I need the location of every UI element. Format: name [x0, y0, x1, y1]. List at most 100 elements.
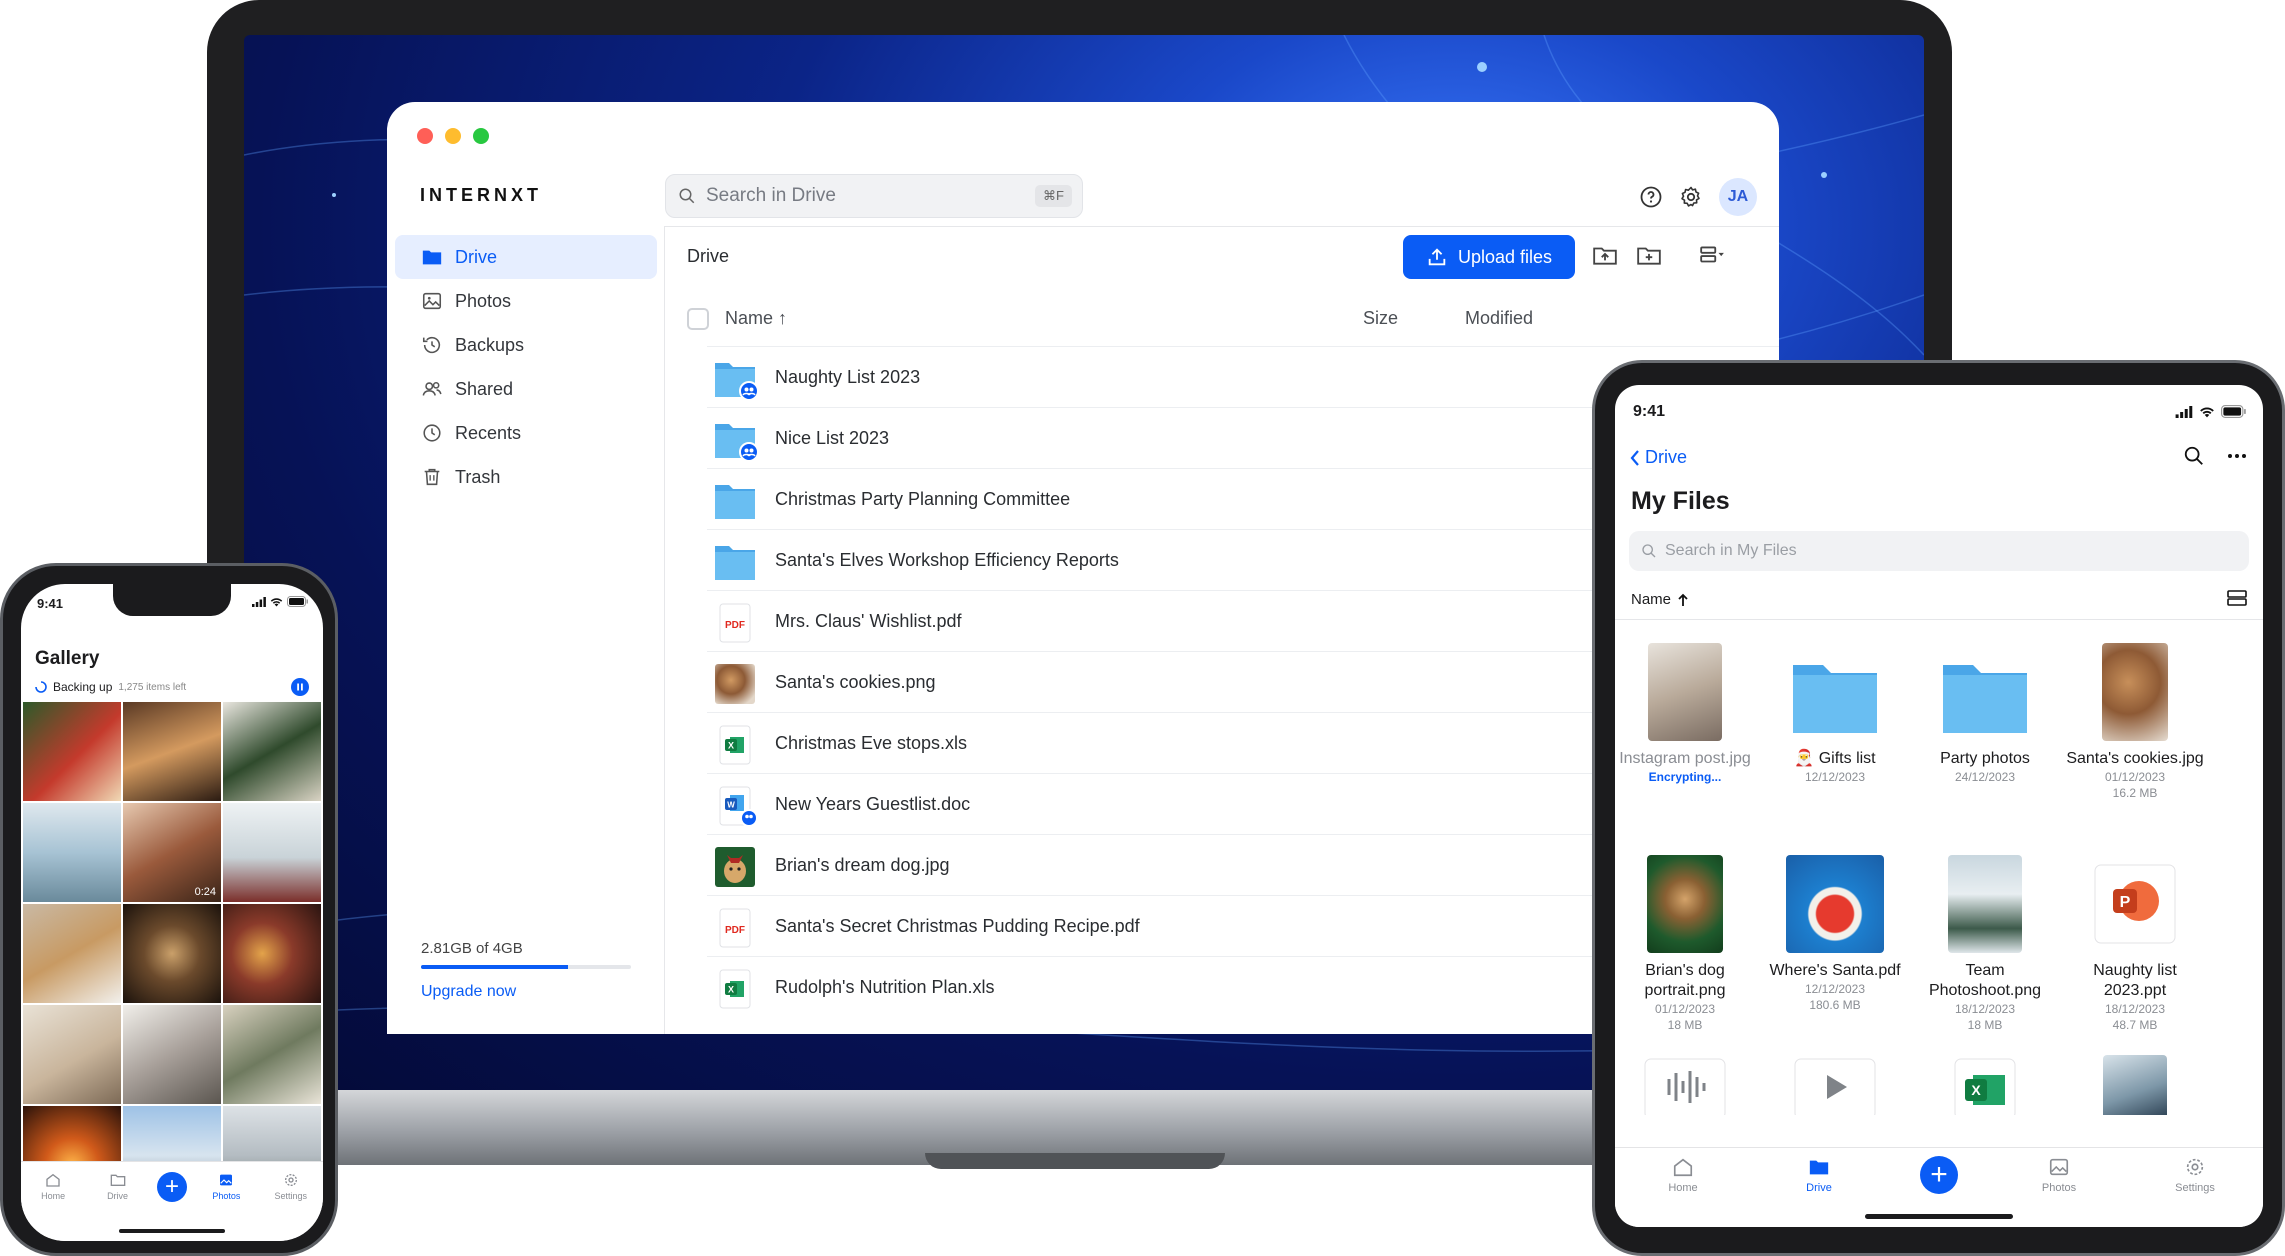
column-size[interactable]: Size: [1363, 308, 1398, 329]
help-icon[interactable]: [1639, 185, 1663, 209]
add-button[interactable]: +: [156, 1172, 187, 1202]
file-item[interactable]: Santa's cookies.jpg 01/12/2023 16.2 MB: [2065, 643, 2205, 801]
file-name: Where's Santa.pdf: [1769, 962, 1901, 979]
gear-icon: [2186, 1158, 2204, 1176]
file-name: Nice List 2023: [775, 428, 890, 448]
tab-home[interactable]: Home: [28, 1172, 78, 1241]
photo-thumbnail[interactable]: [123, 702, 221, 801]
backup-remaining: 1,275 items left: [118, 681, 187, 693]
view-toggle-icon[interactable]: [1694, 242, 1730, 268]
home-indicator: [1865, 1214, 2013, 1219]
file-name: Party photos: [1940, 750, 2030, 767]
file-item[interactable]: Where's Santa.pdf 12/12/2023 180.6 MB: [1765, 855, 1905, 1013]
new-folder-icon[interactable]: [1636, 242, 1662, 268]
shared-folder-icon: [713, 359, 759, 401]
sidebar-item-photos[interactable]: Photos: [395, 279, 657, 323]
signal-icon: [252, 596, 266, 607]
minimize-window-button[interactable]: [445, 128, 461, 144]
file-item[interactable]: Party photos 24/12/2023: [1915, 643, 2055, 785]
history-icon: [422, 336, 441, 354]
close-window-button[interactable]: [417, 128, 433, 144]
photo-thumbnail[interactable]: [223, 803, 321, 902]
gear-icon[interactable]: [1679, 185, 1703, 209]
column-modified[interactable]: Modified: [1465, 308, 1533, 329]
photo-thumbnail[interactable]: [223, 1005, 321, 1104]
sidebar-item-label: Backups: [455, 334, 525, 355]
file-date: 18/12/2023: [2104, 1002, 2166, 1016]
list-view-icon: [2227, 590, 2247, 606]
tab-drive[interactable]: Drive: [1784, 1156, 1854, 1227]
file-name: Mrs. Claus' Wishlist.pdf: [775, 611, 962, 631]
sidebar-item-shared[interactable]: Shared: [395, 367, 657, 411]
svg-text:X: X: [728, 985, 734, 995]
upload-folder-icon[interactable]: [1592, 242, 1618, 268]
photo-thumbnail[interactable]: [223, 904, 321, 1003]
pdf-icon: PDF: [713, 908, 757, 948]
file-item[interactable]: X: [1915, 1055, 2055, 1115]
back-button[interactable]: Drive: [1629, 447, 1687, 468]
tab-settings[interactable]: Settings: [2160, 1156, 2230, 1227]
photo-thumbnail: [1648, 643, 1722, 741]
folder-icon: [713, 481, 757, 521]
sidebar-item-recents[interactable]: Recents: [395, 411, 657, 455]
photo-thumbnail[interactable]: [123, 904, 221, 1003]
add-button[interactable]: +: [1920, 1156, 1958, 1194]
breadcrumb[interactable]: Drive: [687, 246, 729, 267]
file-item[interactable]: [2065, 1055, 2205, 1115]
svg-text:X: X: [1971, 1082, 1981, 1098]
photo-thumbnail[interactable]: [23, 904, 121, 1003]
status-time: 9:41: [37, 596, 64, 611]
video-thumbnail[interactable]: 0:24: [123, 803, 221, 902]
photo-thumbnail[interactable]: [23, 702, 121, 801]
file-name: Naughty list 2023.ppt: [2093, 962, 2177, 999]
storage-bar-fill: [421, 965, 568, 969]
upload-files-button[interactable]: Upload files: [1403, 235, 1575, 279]
file-item[interactable]: [1615, 1055, 1755, 1115]
photo-thumbnail: [1647, 855, 1723, 953]
sort-control[interactable]: Name: [1631, 591, 1689, 608]
upload-icon: [1428, 248, 1446, 266]
file-table-header: Name ↑ Size Modified: [687, 302, 1779, 336]
pause-backup-button[interactable]: [291, 678, 309, 696]
tab-settings[interactable]: Settings: [266, 1172, 316, 1241]
tablet-device: 9:41 Drive My Files Search in My Files N…: [1592, 360, 2285, 1256]
avatar[interactable]: JA: [1719, 178, 1757, 216]
video-duration: 0:24: [194, 886, 216, 898]
photo-thumbnail[interactable]: [123, 1005, 221, 1104]
laptop-notch: [925, 1153, 1225, 1169]
file-item[interactable]: [1765, 1055, 1905, 1115]
search-icon: [679, 188, 695, 204]
tab-home[interactable]: Home: [1648, 1156, 1718, 1227]
clock-icon: [423, 424, 441, 442]
photo-thumbnail[interactable]: [23, 803, 121, 902]
search-input[interactable]: Search in Drive ⌘F: [665, 174, 1083, 218]
pause-icon: [297, 683, 303, 691]
search-icon[interactable]: [2183, 445, 2205, 467]
sidebar-item-backups[interactable]: Backups: [395, 323, 657, 367]
tab-photos[interactable]: Photos: [2024, 1156, 2094, 1227]
column-name[interactable]: Name ↑: [725, 308, 787, 329]
file-item[interactable]: 🎅 Gifts list 12/12/2023: [1765, 643, 1905, 785]
svg-text:W: W: [727, 801, 735, 810]
svg-text:X: X: [728, 741, 734, 751]
select-all-checkbox[interactable]: [687, 308, 709, 330]
status-time: 9:41: [1633, 403, 1666, 420]
sidebar-item-trash[interactable]: Trash: [395, 455, 657, 499]
status-icons: [2175, 405, 2247, 418]
photo-thumbnail[interactable]: [23, 1005, 121, 1104]
sidebar-item-drive[interactable]: Drive: [395, 235, 657, 279]
file-item[interactable]: Instagram post.jpg Encrypting...: [1615, 643, 1755, 785]
view-toggle-button[interactable]: [2227, 589, 2247, 612]
file-item[interactable]: Brian's dog portrait.png 01/12/2023 18 M…: [1615, 855, 1755, 1033]
video-file-icon: [1794, 1058, 1876, 1115]
more-icon[interactable]: [2227, 453, 2247, 459]
plus-icon: +: [1930, 1158, 1948, 1191]
file-item[interactable]: Team Photoshoot.png 18/12/2023 18 MB: [1915, 855, 2055, 1033]
search-input[interactable]: Search in My Files: [1629, 531, 2249, 571]
photo-thumbnail[interactable]: [223, 702, 321, 801]
zoom-window-button[interactable]: [473, 128, 489, 144]
file-item[interactable]: P Naughty list 2023.ppt 18/12/2023 48.7 …: [2065, 855, 2205, 1033]
chevron-left-icon: [1630, 449, 1639, 466]
phone-screen: 9:41 Gallery Backing up 1,275 items left…: [21, 584, 323, 1241]
upgrade-link[interactable]: Upgrade now: [421, 983, 631, 1001]
